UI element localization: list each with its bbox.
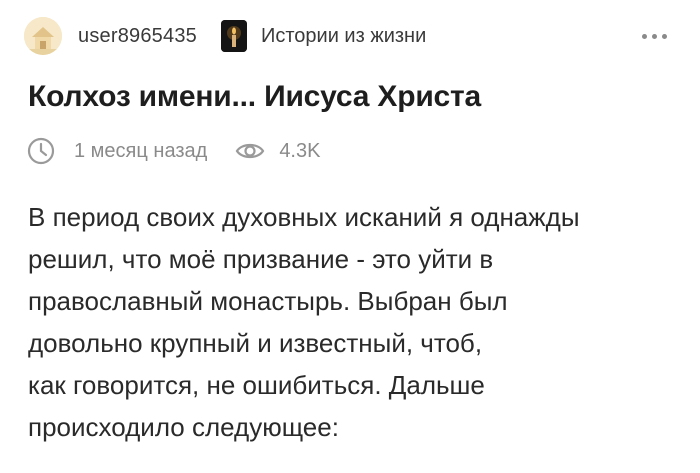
post-title[interactable]: Колхоз имени... Иисуса Христа bbox=[28, 80, 680, 114]
post-body: В период своих духовных исканий я однажд… bbox=[28, 196, 678, 448]
username[interactable]: user8965435 bbox=[78, 25, 197, 48]
post-header: user8965435 Истории из жизни bbox=[24, 12, 676, 60]
clock-icon bbox=[26, 136, 56, 166]
view-count: 4.3K bbox=[279, 139, 321, 162]
more-dot bbox=[661, 33, 667, 39]
body-line: происходило следующее: bbox=[28, 412, 339, 442]
community-icon[interactable] bbox=[220, 20, 247, 52]
user-avatar[interactable] bbox=[24, 17, 62, 55]
body-line: решил, что моё призвание - это уйти в bbox=[28, 244, 494, 274]
house-avatar-icon bbox=[24, 17, 62, 55]
eye-icon bbox=[235, 136, 265, 166]
more-dot bbox=[641, 33, 647, 39]
body-line: как говорится, не ошибиться. Дальше bbox=[28, 370, 485, 400]
more-options-button[interactable] bbox=[636, 20, 672, 52]
body-line: довольно крупный и известный, чтоб, bbox=[28, 328, 483, 358]
community-name[interactable]: Истории из жизни bbox=[261, 25, 426, 48]
more-dot bbox=[651, 33, 657, 39]
candle-icon bbox=[220, 20, 247, 52]
post-meta: 1 месяц назад 4.3K bbox=[26, 134, 320, 168]
body-line: В период своих духовных исканий я однажд… bbox=[28, 202, 580, 232]
body-line: православный монастырь. Выбран был bbox=[28, 286, 508, 316]
post-page: user8965435 Истории из жизни Колхоз имен… bbox=[0, 0, 700, 473]
post-time: 1 месяц назад bbox=[74, 139, 208, 162]
